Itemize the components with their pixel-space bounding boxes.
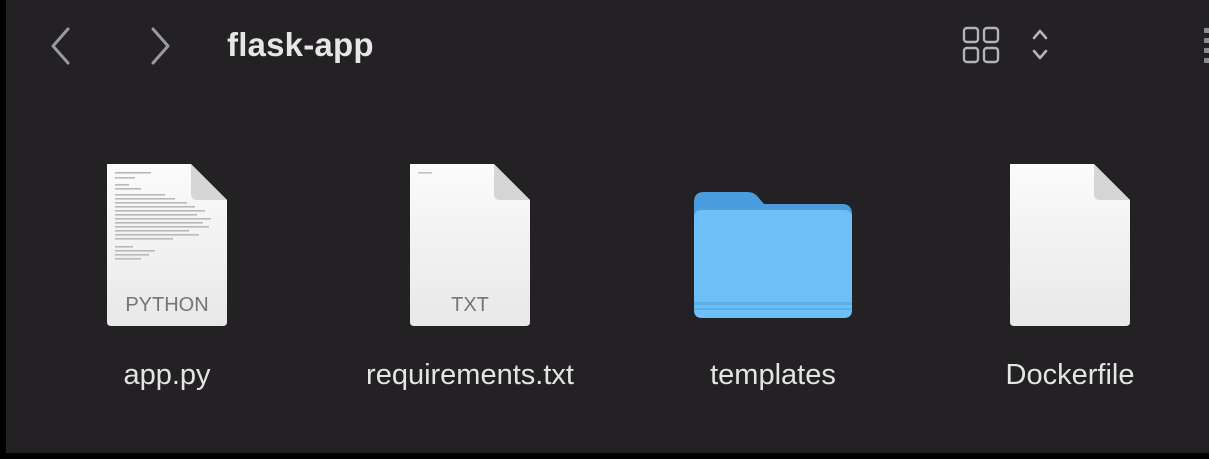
file-name: requirements.txt [366,359,574,391]
window-title: flask-app [227,26,374,63]
file-item-dockerfile[interactable]: Dockerfile [930,96,1209,416]
file-item-requirements-txt[interactable]: TXT requirements.txt [330,96,610,416]
file-item-app-py[interactable]: PYTHON app.py [27,96,307,416]
back-button[interactable] [44,24,80,68]
file-kind-label: PYTHON [125,294,209,316]
file-kind-label: TXT [451,294,489,316]
icon-grid-view-icon [962,26,1000,64]
forward-button[interactable] [141,24,177,68]
up-down-chevron-icon [1032,29,1048,60]
chevron-right-icon [151,27,170,65]
toolbar-overflow-icon[interactable] [1202,22,1209,72]
file-name: app.py [123,359,211,391]
file-item-templates[interactable]: templates [633,96,913,416]
file-name: templates [710,359,836,391]
chevron-left-icon [51,27,70,65]
toolbar: flask-app [6,0,1209,96]
file-grid: PYTHON app.py TXT requirements.txt templ… [6,96,1209,453]
blank-document-icon [1010,164,1130,326]
file-name: Dockerfile [1005,359,1135,391]
finder-window: flask-app PYTHON app.py TXT requirements… [6,0,1209,453]
view-mode-button[interactable] [960,24,1056,70]
folder-icon [694,192,852,318]
